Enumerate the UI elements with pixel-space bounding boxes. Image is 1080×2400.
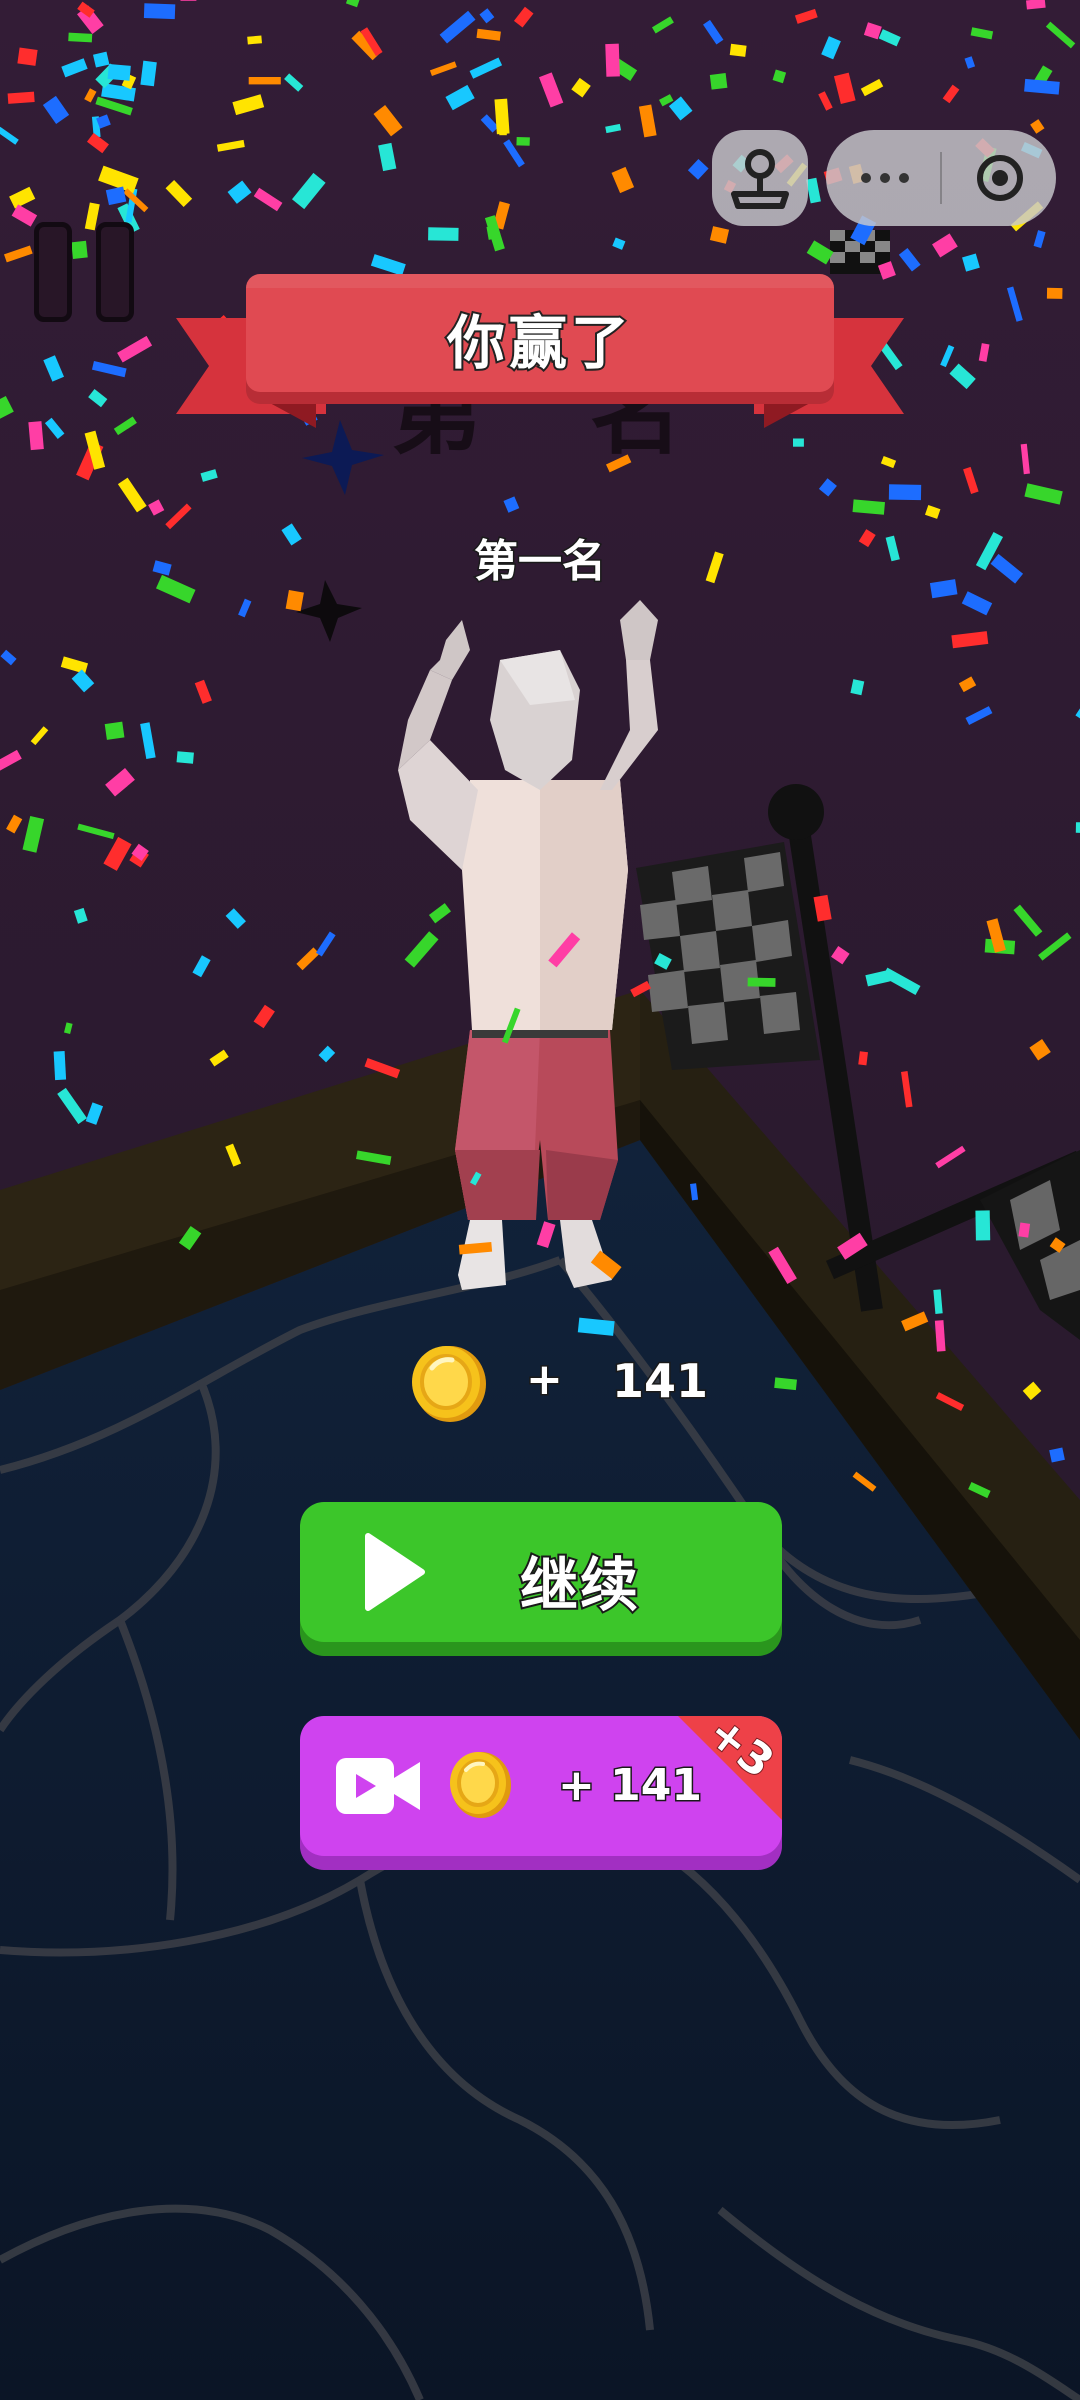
joystick-icon [731,149,789,209]
confetti-piece [285,589,304,612]
confetti-piece [1022,1381,1042,1401]
confetti-piece [107,63,131,81]
banner-title: 你赢了 [445,307,633,379]
confetti-piece [180,0,197,1]
confetti-piece [1046,287,1063,299]
confetti-piece [605,43,620,77]
more-dots-icon[interactable] [854,130,916,226]
target-close-icon[interactable] [970,130,1030,226]
game-center-button[interactable] [712,130,808,226]
gold-coin-icon [412,1346,486,1422]
confetti-piece [975,1210,991,1241]
watch-video-reward-button[interactable]: + 141 +3 [300,1716,782,1856]
video-reward-amount: + 141 [556,1759,703,1813]
reward-amount: 141 [610,1353,709,1410]
confetti-piece [709,73,728,90]
confetti-piece [68,32,93,43]
confetti-piece [888,484,922,501]
confetti-piece [143,3,176,20]
confetti-piece [247,35,262,45]
banner-ribbon: 你赢了 [246,274,834,392]
confetti-piece [1018,1222,1031,1238]
pause-icon-bar [96,222,134,322]
confetti-piece [53,1051,67,1081]
confetti-piece [1049,1447,1065,1463]
continue-label: 继续 [518,1549,641,1621]
confetti-piece [516,136,530,146]
continue-button[interactable]: 继续 [300,1502,782,1642]
confetti-piece [28,421,44,451]
rank-label: 第一名 [473,535,608,589]
game-screen: 第 名 你赢了 第一名 + 141 继续 + 141 +3 [0,0,1080,2400]
pause-icon [34,222,72,322]
confetti-piece [7,91,35,104]
capsule-divider [940,152,942,204]
confetti-piece [1075,822,1080,834]
coin-reward: + 141 [408,1342,710,1426]
gold-coin-icon [450,1752,511,1818]
miniprogram-capsule [826,130,1056,226]
confetti-piece [248,77,281,85]
confetti-piece [17,47,38,66]
victory-banner: 你赢了 [176,230,904,450]
confetti-piece [176,751,194,764]
confetti-piece [499,114,507,136]
confetti-piece [729,43,747,57]
reward-plus: + [525,1353,565,1407]
video-camera-icon [336,1758,420,1814]
confetti-piece [858,1051,868,1066]
confetti-piece [104,721,125,740]
confetti-piece [747,977,776,987]
pause-button[interactable] [34,222,136,324]
play-icon [365,1533,425,1611]
